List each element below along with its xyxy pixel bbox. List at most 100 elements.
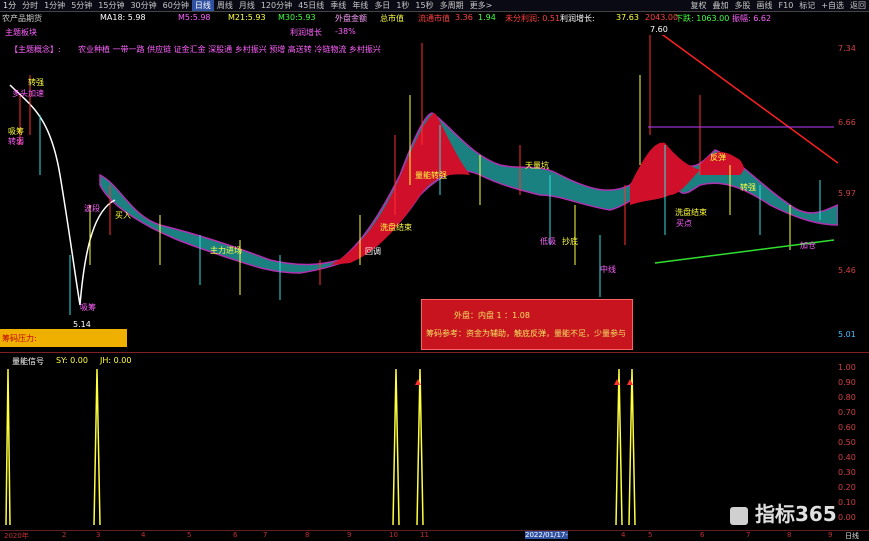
period-toolbar: 1分 分时 1分钟 5分钟 15分钟 30分钟 60分钟 日线 周线 月线 12… bbox=[0, 0, 869, 12]
date-axis: 2020年 2 3 4 5 6 7 8 9 10 11 2022/01/17- … bbox=[0, 530, 869, 541]
pressure-box: 筹码压力: bbox=[0, 329, 127, 347]
stat-value: 振幅: 6.62 bbox=[732, 14, 772, 23]
ind-tick: 0.70 bbox=[838, 408, 856, 417]
ind-tick: 0.10 bbox=[838, 498, 856, 507]
stock-title: 农产品期货 bbox=[2, 14, 42, 23]
period-item[interactable]: 1分 bbox=[0, 0, 19, 11]
stat-value: 1.94 bbox=[478, 13, 496, 22]
stat-value: 3.36 bbox=[455, 13, 473, 22]
ma-label: MA18: 5.98 bbox=[100, 13, 146, 22]
date-tick: 8 bbox=[787, 531, 792, 539]
ind-tick: 0.30 bbox=[838, 468, 856, 477]
period-item[interactable]: 5分钟 bbox=[68, 0, 95, 11]
signal-label: 低吸 bbox=[540, 237, 556, 246]
period-item[interactable]: 更多> bbox=[467, 0, 496, 11]
signal-label: 洗盘结束 bbox=[380, 223, 412, 232]
info-line: 外盘：内盘 1 ：1.08 bbox=[454, 311, 530, 320]
signal-label: 量能转强 bbox=[415, 171, 447, 180]
ind-tick: 0.20 bbox=[838, 483, 856, 492]
indicator-spike bbox=[628, 368, 636, 526]
period-item[interactable]: 季线 bbox=[327, 0, 349, 11]
period-item[interactable]: 120分钟 bbox=[258, 0, 295, 11]
toolbar-item[interactable]: 复权 bbox=[688, 0, 710, 11]
period-item[interactable]: 分时 bbox=[19, 0, 41, 11]
signal-label: 多头加速 bbox=[12, 89, 44, 98]
date-tick: 11 bbox=[420, 531, 429, 539]
trendline-red bbox=[661, 35, 838, 164]
toolbar-item[interactable]: 多股 bbox=[732, 0, 754, 11]
signal-label: 加仓 bbox=[800, 241, 816, 250]
toolbar-item[interactable]: 画线 bbox=[754, 0, 776, 11]
date-tick: 4 bbox=[621, 531, 626, 539]
period-item[interactable]: 60分钟 bbox=[160, 0, 192, 11]
period-item[interactable]: 月线 bbox=[236, 0, 258, 11]
signal-label: 主力进场 bbox=[210, 246, 242, 255]
date-tick: 6 bbox=[233, 531, 238, 539]
period-item[interactable]: 多日 bbox=[371, 0, 393, 11]
date-tick: 2 bbox=[62, 531, 67, 539]
indicator-spike bbox=[416, 368, 424, 526]
ind-tick: 0.40 bbox=[838, 453, 856, 462]
price-tick: 5.97 bbox=[838, 189, 856, 198]
date-tick: 4 bbox=[141, 531, 146, 539]
kline-chart[interactable] bbox=[0, 35, 838, 353]
ind-tick: 0.00 bbox=[838, 513, 856, 522]
signal-label: 抄底 bbox=[562, 237, 578, 246]
ind-tick: 0.80 bbox=[838, 393, 856, 402]
period-item[interactable]: 年线 bbox=[349, 0, 371, 11]
watermark-text: 指标365 bbox=[754, 502, 837, 526]
signal-label: 波段 bbox=[84, 204, 100, 213]
ind-tick: 1.00 bbox=[838, 363, 856, 372]
indicator-value: JH: 0.00 bbox=[100, 356, 132, 365]
indicator-chart bbox=[5, 368, 636, 526]
toolbar-item[interactable]: 标记 bbox=[796, 0, 818, 11]
indicator-spike bbox=[93, 368, 101, 526]
ma-item: M30:5.93 bbox=[278, 13, 316, 22]
signal-label: 转强 bbox=[28, 78, 44, 87]
signal-label: 回调 bbox=[365, 247, 381, 256]
stat-value: 下跌: 1063.00 bbox=[675, 14, 730, 23]
period-item[interactable]: 周线 bbox=[214, 0, 236, 11]
ind-tick: 0.50 bbox=[838, 438, 856, 447]
pane-divider bbox=[0, 352, 869, 353]
price-tick: 5.46 bbox=[838, 266, 856, 275]
stat-value: 37.63 bbox=[616, 13, 639, 22]
period-item[interactable]: 45日线 bbox=[295, 0, 327, 11]
signal-label: 吸筹 bbox=[80, 303, 96, 312]
signal-label: 洗盘结束 bbox=[675, 208, 707, 217]
ma-item: M5:5.98 bbox=[178, 13, 211, 22]
signal-label: 转强 bbox=[740, 183, 756, 192]
ind-tick: 0.60 bbox=[838, 423, 856, 432]
date-tick-selected[interactable]: 2022/01/17- bbox=[525, 531, 568, 539]
stat-label: 利润增长: bbox=[560, 14, 595, 23]
period-item[interactable]: 15分钟 bbox=[95, 0, 127, 11]
period-item[interactable]: 1秒 bbox=[393, 0, 412, 11]
stat-label: 外盘金额 bbox=[335, 14, 367, 23]
toolbar-item[interactable]: +自选 bbox=[818, 0, 847, 11]
period-item[interactable]: 多周期 bbox=[437, 0, 467, 11]
toolbar-item[interactable]: 返回 bbox=[847, 0, 869, 11]
price-tick: 6.66 bbox=[838, 118, 856, 127]
signal-label: 中线 bbox=[600, 265, 616, 274]
indicator-spike bbox=[392, 368, 400, 526]
indicator-spike bbox=[615, 368, 623, 526]
date-tick: 9 bbox=[828, 531, 833, 539]
period-item[interactable]: 30分钟 bbox=[127, 0, 159, 11]
period-item-active[interactable]: 日线 bbox=[191, 0, 214, 11]
period-item[interactable]: 1分钟 bbox=[41, 0, 68, 11]
ind-tick: 0.90 bbox=[838, 378, 856, 387]
logo-icon bbox=[730, 506, 748, 525]
stat-value: 未分利润: 0.51 bbox=[505, 14, 561, 23]
price-tick: 7.34 bbox=[838, 44, 856, 53]
period-item[interactable]: 15秒 bbox=[412, 0, 436, 11]
signal-label: 天量坑 bbox=[525, 161, 549, 170]
price-tick: 5.01 bbox=[838, 330, 856, 339]
date-tick: 6 bbox=[700, 531, 705, 539]
toolbar-item[interactable]: F10 bbox=[776, 1, 797, 10]
date-tick: 5 bbox=[187, 531, 192, 539]
indicator-value: SY: 0.00 bbox=[56, 356, 88, 365]
watermark-logo: 指标365 bbox=[730, 498, 837, 527]
stat-label: 总市值 bbox=[380, 14, 404, 23]
ma-item: M21:5.93 bbox=[228, 13, 266, 22]
toolbar-item[interactable]: 叠加 bbox=[710, 0, 732, 11]
